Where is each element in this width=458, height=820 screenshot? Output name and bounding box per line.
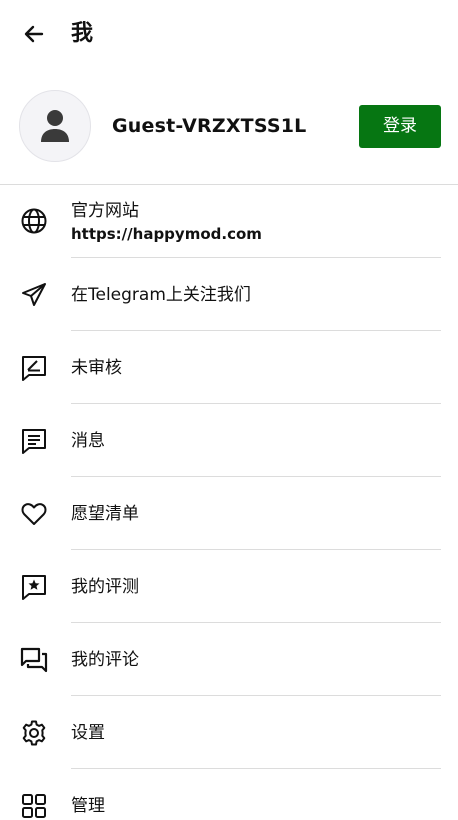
menu-item-messages[interactable]: 消息 — [0, 404, 458, 477]
menu-item-my-comments[interactable]: 我的评论 — [0, 623, 458, 696]
menu-item-label: 设置 — [71, 723, 105, 743]
menu-item-label: 愿望清单 — [71, 504, 139, 524]
menu-item-label: 未审核 — [71, 358, 122, 378]
profile-section: Guest-VRZXTSS1L 登录 — [0, 88, 458, 164]
telegram-send-icon — [19, 280, 49, 310]
menu-item-label: 消息 — [71, 431, 105, 451]
person-icon — [40, 109, 70, 143]
menu-item-label: 我的评论 — [71, 650, 139, 670]
menu-item-label: 官方网站 — [71, 201, 139, 221]
arrow-left-icon — [22, 22, 46, 46]
globe-icon — [19, 206, 49, 236]
gear-icon — [19, 718, 49, 748]
menu-item-official-website[interactable]: 官方网站 https://happymod.com — [0, 185, 458, 258]
username: Guest-VRZXTSS1L — [112, 115, 307, 137]
page-title: 我 — [71, 21, 94, 46]
edit-box-icon — [19, 353, 49, 383]
avatar[interactable] — [19, 90, 91, 162]
menu-item-telegram[interactable]: 在Telegram上关注我们 — [0, 258, 458, 331]
back-button[interactable] — [14, 16, 54, 52]
menu-item-settings[interactable]: 设置 — [0, 696, 458, 769]
menu-item-my-reviews[interactable]: 我的评测 — [0, 550, 458, 623]
me-screen: 我 Guest-VRZXTSS1L 登录 官方网站 https://happym… — [0, 0, 458, 820]
menu-item-label: 管理 — [71, 796, 105, 816]
menu-item-wishlist[interactable]: 愿望清单 — [0, 477, 458, 550]
grid-icon — [19, 791, 49, 820]
star-comment-icon — [19, 572, 49, 602]
header: 我 — [0, 0, 458, 68]
menu-item-label: 我的评测 — [71, 577, 139, 597]
menu-item-manage[interactable]: 管理 — [0, 769, 458, 820]
login-button[interactable]: 登录 — [359, 105, 441, 148]
menu-item-sublabel: https://happymod.com — [71, 225, 262, 243]
comments-icon — [19, 645, 49, 675]
heart-icon — [19, 499, 49, 529]
menu-item-unreviewed[interactable]: 未审核 — [0, 331, 458, 404]
menu-item-label: 在Telegram上关注我们 — [71, 285, 251, 305]
message-icon — [19, 426, 49, 456]
